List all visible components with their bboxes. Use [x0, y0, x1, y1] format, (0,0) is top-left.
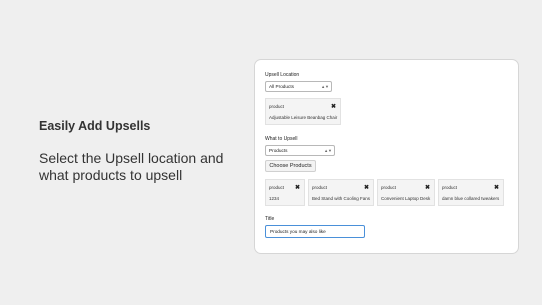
upsell-location-select[interactable]: All Products ▲▼: [265, 81, 332, 92]
chevron-down-icon: ▲▼: [324, 148, 332, 153]
upsell-location-label: Upsell Location: [265, 72, 300, 78]
what-to-upsell-value: Products: [269, 148, 288, 153]
chip-type: product: [269, 185, 285, 190]
chip-type: product: [269, 104, 285, 109]
chip-type: product: [312, 185, 328, 190]
what-to-upsell-select[interactable]: Products ▲▼: [265, 145, 335, 156]
product-chip: product ✖ 1234: [265, 179, 305, 206]
chip-type: product: [442, 185, 458, 190]
chip-product-name: Convenient Laptop Desk: [381, 196, 431, 201]
chevron-down-icon: ▲▼: [321, 84, 329, 89]
close-icon[interactable]: ✖: [295, 185, 300, 191]
product-chip: product ✖ Bed Stand with Cooling Fans: [308, 179, 374, 206]
promo-headline: Easily Add Upsells: [39, 119, 151, 133]
title-input-value: Products you may also like: [270, 229, 326, 234]
product-chip: product ✖ Convenient Laptop Desk: [377, 179, 435, 206]
close-icon[interactable]: ✖: [331, 104, 336, 110]
chip-product-name: 1234: [269, 196, 280, 201]
product-chip: product ✖ damn blue collared tweakers: [438, 179, 504, 206]
chip-product-name: damn blue collared tweakers: [442, 196, 500, 201]
close-icon[interactable]: ✖: [425, 185, 430, 191]
promo-description: Select the Upsell location and what prod…: [39, 150, 224, 183]
choose-products-button[interactable]: Choose Products: [265, 160, 316, 172]
chip-product-name: Adjustable Leisure Beanbag Chair: [269, 115, 338, 120]
upsell-location-value: All Products: [269, 84, 295, 89]
chip-product-name: Bed Stand with Cooling Fans: [312, 196, 371, 201]
close-icon[interactable]: ✖: [494, 185, 499, 191]
chip-type: product: [381, 185, 397, 190]
what-to-upsell-label: What to Upsell: [265, 136, 298, 142]
close-icon[interactable]: ✖: [364, 185, 369, 191]
title-input[interactable]: Products you may also like: [265, 225, 365, 238]
location-product-chip: product ✖ Adjustable Leisure Beanbag Cha…: [265, 98, 341, 125]
title-label: Title: [265, 216, 275, 222]
